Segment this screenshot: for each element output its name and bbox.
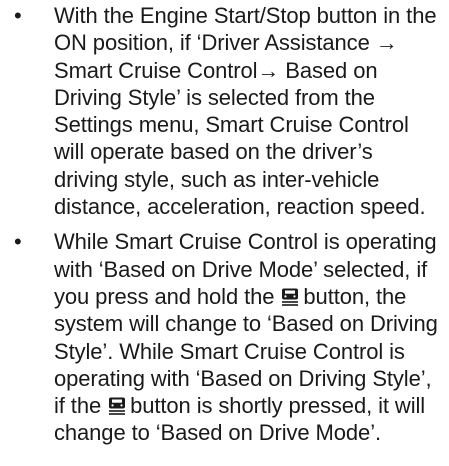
paragraph-text: With the Engine Start/Stop button in the…: [54, 3, 437, 220]
bullet-marker: •: [14, 229, 22, 255]
vehicle-distance-icon: [107, 396, 127, 415]
bullet-list: • With the Engine Start/Stop button in t…: [0, 0, 441, 447]
manual-page: • With the Engine Start/Stop button in t…: [0, 0, 449, 466]
list-item: • While Smart Cruise Control is operatin…: [0, 228, 441, 446]
bullet-marker: •: [14, 3, 22, 28]
vehicle-distance-icon: [280, 287, 300, 306]
list-item: • With the Engine Start/Stop button in t…: [0, 0, 441, 220]
